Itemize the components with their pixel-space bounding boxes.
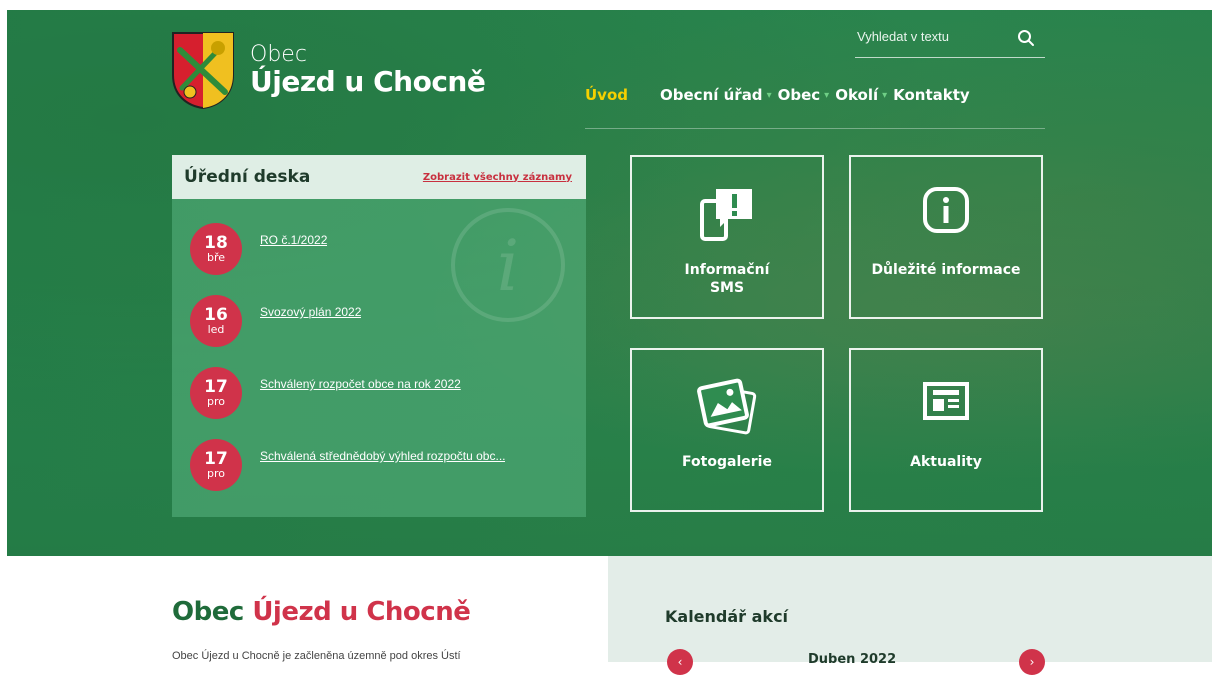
board-entry: 17 pro Schválená střednědobý výhled rozp… [190, 439, 505, 491]
nav-item-obec[interactable]: Obec ▾ [778, 86, 836, 104]
badge-month: pro [207, 466, 225, 480]
tile-label: Fotogalerie [632, 453, 822, 471]
date-badge: 17 pro [190, 367, 242, 419]
nav-item-uvod[interactable]: Úvod [585, 86, 628, 104]
logo-name: Újezd u Chocně [250, 65, 486, 98]
tile-label: Aktuality [851, 453, 1041, 471]
badge-month: bře [206, 250, 226, 264]
coat-of-arms-icon [172, 32, 234, 110]
calendar-title: Kalendář akcí [665, 607, 789, 626]
board-entry-link[interactable]: RO č.1/2022 [260, 233, 327, 247]
gallery-icon [697, 378, 757, 435]
sms-alert-icon [700, 189, 752, 241]
board-entry-link[interactable]: Svozový plán 2022 [260, 305, 361, 319]
info-icon [923, 187, 969, 233]
info-watermark-icon: i [451, 208, 565, 322]
chevron-down-icon: ▾ [882, 89, 888, 101]
chevron-down-icon: ▾ [766, 89, 772, 101]
nav-label: Kontakty [893, 86, 970, 104]
nav-item-kontakty[interactable]: Kontakty [893, 86, 970, 104]
nav-item-okoli[interactable]: Okolí ▾ [835, 86, 893, 104]
badge-day: 17 [204, 376, 228, 397]
tile-label-line: SMS [709, 280, 745, 296]
show-all-link[interactable]: Zobrazit všechny záznamy [423, 172, 572, 183]
tile-label-line: Informační [684, 262, 770, 278]
calendar-next-button[interactable]: › [1019, 649, 1045, 675]
board-entry: 18 bře RO č.1/2022 [190, 223, 327, 275]
tile-label: Informační SMS [632, 261, 822, 297]
date-badge: 16 led [190, 295, 242, 347]
news-icon [923, 382, 969, 420]
board-title: Úřední deska [184, 167, 311, 187]
tile-fotogalerie[interactable]: Fotogalerie [630, 348, 824, 512]
nav-item-obecni-urad[interactable]: Obecní úřad ▾ [660, 86, 778, 104]
about-text: Obec Újezd u Chocně je začleněna územně … [172, 650, 461, 662]
board-entry: 16 led Svozový plán 2022 [190, 295, 361, 347]
main-nav: Úvod Obecní úřad ▾ Obec ▾ Okolí ▾ Kontak… [585, 84, 970, 106]
nav-label: Obecní úřad [660, 86, 763, 104]
tile-label: Důležité informace [851, 261, 1041, 279]
tile-informacni-sms[interactable]: Informační SMS [630, 155, 824, 319]
nav-label: Obec [777, 86, 821, 104]
search-input[interactable] [855, 25, 1009, 48]
calendar-month: Duben 2022 [808, 652, 897, 667]
board-header: Úřední deska Zobrazit všechny záznamy [172, 155, 586, 199]
calendar-prev-button[interactable]: ‹ [667, 649, 693, 675]
date-badge: 18 bře [190, 223, 242, 275]
board-entry: 17 pro Schválený rozpočet obce na rok 20… [190, 367, 461, 419]
badge-day: 17 [204, 448, 228, 469]
nav-label: Okolí [835, 86, 879, 104]
badge-month: pro [207, 394, 225, 408]
site-logo[interactable]: Obec Újezd u Chocně [170, 30, 486, 110]
about-title: Obec Újezd u Chocně [172, 597, 471, 627]
search-box [855, 25, 1045, 58]
board-entry-link[interactable]: Schválená střednědobý výhled rozpočtu ob… [260, 449, 505, 463]
about-title-name: Újezd u Chocně [252, 597, 471, 627]
official-board: Úřední deska Zobrazit všechny záznamy i … [172, 155, 586, 517]
logo-prefix: Obec [250, 42, 307, 67]
nav-divider [585, 128, 1045, 129]
search-icon[interactable] [1017, 29, 1035, 47]
tile-label-line: Důležité informace [871, 262, 1021, 278]
badge-day: 18 [204, 232, 228, 253]
tile-label-line: Fotogalerie [682, 454, 772, 470]
badge-day: 16 [204, 304, 228, 325]
tile-dulezite-informace[interactable]: Důležité informace [849, 155, 1043, 319]
tile-label-line: Aktuality [910, 454, 982, 470]
about-title-prefix: Obec [172, 597, 253, 627]
nav-label: Úvod [585, 86, 629, 104]
date-badge: 17 pro [190, 439, 242, 491]
tile-aktuality[interactable]: Aktuality [849, 348, 1043, 512]
board-entry-link[interactable]: Schválený rozpočet obce na rok 2022 [260, 377, 461, 391]
chevron-down-icon: ▾ [824, 89, 830, 101]
svg-text:i: i [497, 225, 519, 307]
badge-month: led [207, 322, 225, 336]
